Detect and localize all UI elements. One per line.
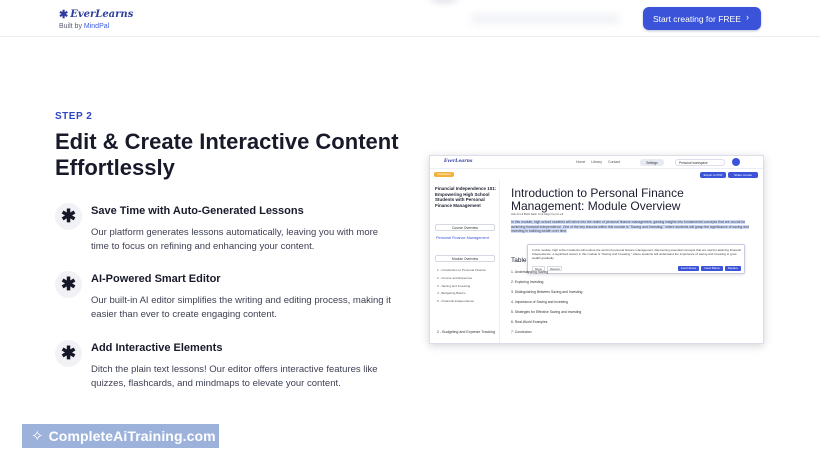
screenshot-published-badge: Published [434,172,454,177]
screenshot-module-overview: Module Overview [435,255,495,262]
screenshot-logo: EverLearns [444,159,473,164]
screenshot-insert-below: Insert Below [701,266,723,271]
screenshot-popup-text: In this module, high school students wil… [532,248,741,260]
asterisk-logo-icon: ✱ [59,8,69,21]
feature-title: Add Interactive Elements [91,342,223,354]
feature-title: Save Time with Auto-Generated Lessons [91,205,304,217]
feature-title: AI-Powered Smart Editor [91,273,221,285]
asterisk-icon: ✱ [55,340,82,367]
screenshot-sidebar-list: 1 - Introduction to Personal Finance 2 -… [437,268,497,307]
cta-label: Start creating for FREE [653,13,741,24]
screenshot-section-link: Personal Finance Management [436,236,489,240]
screenshot-sidebar-item: 3 - Saving and Investing [437,283,471,288]
screenshot-export-button: Export to PDF [700,172,726,178]
section-title: Edit & Create Interactive Content Effort… [55,129,399,180]
screenshot-sidebar-item: 4 - Budgeting Basics [437,291,466,296]
screenshot-toc-item: 3. Distinguishing Between Saving and Inv… [511,290,583,294]
screenshot-course-overview: Course Overview [435,224,495,231]
logo-text: EverLearns [70,9,134,20]
screenshot-paragraph: In this module, high school students wil… [511,220,757,234]
screenshot-workspace: Personal workspace [675,159,725,166]
chevron-right-icon: › [746,12,749,22]
mindpal-link[interactable]: MindPal [84,23,109,30]
screenshot-toc-item: 6. Real-World Examples [511,320,548,324]
screenshot-toc-item: 2. Exploring Investing [511,280,544,284]
screenshot-share-button: Share course [728,172,758,178]
screenshot-settings: Settings [640,159,664,166]
screenshot-main-title: Introduction to Personal Finance Managem… [511,186,684,213]
screenshot-course-title: Financial Independence 101: Empowering H… [435,186,497,208]
screenshot-sidebar: Financial Independence 101: Empowering H… [430,180,500,343]
screenshot-avatar [732,158,740,166]
step-label: STEP 2 [55,111,93,122]
screenshot-toc-item: 1. Understanding Saving [511,270,549,274]
built-by-text: Built by MindPal [59,23,133,30]
top-header: ✱ EverLearns Built by MindPal Start crea… [0,0,820,37]
screenshot-nav-home: Home [576,160,586,164]
logo-wordmark: ✱ EverLearns [59,8,133,21]
blurred-decoration-bar [470,14,620,24]
feature-auto-generated-lessons: ✱ Save Time with Auto-Generated Lessons … [55,203,405,259]
screenshot-sidebar-item: 2 - Income and Expenses [437,275,473,280]
screenshot-sidebar-item: 5 - Financial independence [437,299,475,304]
editor-screenshot: EverLearns Home Library Contact Settings… [429,155,764,344]
screenshot-sidebar-next: 2 - Budgeting and Expense Tracking [437,330,495,334]
feature-ai-smart-editor: ✱ AI-Powered Smart Editor Our built-in A… [55,271,405,327]
start-creating-button[interactable]: Start creating for FREE › [643,7,761,30]
everlearns-logo[interactable]: ✱ EverLearns Built by MindPal [59,8,133,30]
screenshot-toc-item: 7. Conclusion [511,330,532,334]
built-by-prefix: Built by [59,23,84,30]
blurred-decoration [430,0,458,4]
screenshot-toc-item: 4. Importance of Saving and Investing [511,300,568,304]
feature-description: Our built-in AI editor simplifies the wr… [91,295,391,320]
sparkle-icon: ✧ [31,428,44,445]
screenshot-nav-contact: Contact [608,160,621,164]
asterisk-icon: ✱ [55,203,82,230]
screenshot-toc-list: 1. Understanding Saving 2. Exploring Inv… [511,270,691,340]
screenshot-toolbar: Ask AI Hi Bold Italic Link Align Font Le… [511,212,564,216]
screenshot-nav-library: Library [591,160,603,164]
page: ✱ EverLearns Built by MindPal Start crea… [0,0,820,462]
screenshot-toc-item: 5. Strategies for Effective Saving and I… [511,310,582,314]
screenshot-replace: Replace [724,266,741,271]
watermark: ✧ CompleteAiTraining.com [22,424,219,448]
screenshot-topbar: EverLearns Home Library Contact Settings… [430,156,763,169]
screenshot-sidebar-item: 1 - Introduction to Personal Finance [437,268,487,272]
screenshot-nav: Home Library Contact [576,160,620,164]
feature-description: Our platform generates lessons automatic… [91,227,379,252]
feature-interactive-elements: ✱ Add Interactive Elements Ditch the pla… [55,340,405,396]
screenshot-highlighted-text: In this module, high school students wil… [511,220,749,234]
feature-description: Ditch the plain text lessons! Our editor… [91,364,378,389]
asterisk-icon: ✱ [55,271,82,298]
watermark-text: CompleteAiTraining.com [48,428,216,444]
